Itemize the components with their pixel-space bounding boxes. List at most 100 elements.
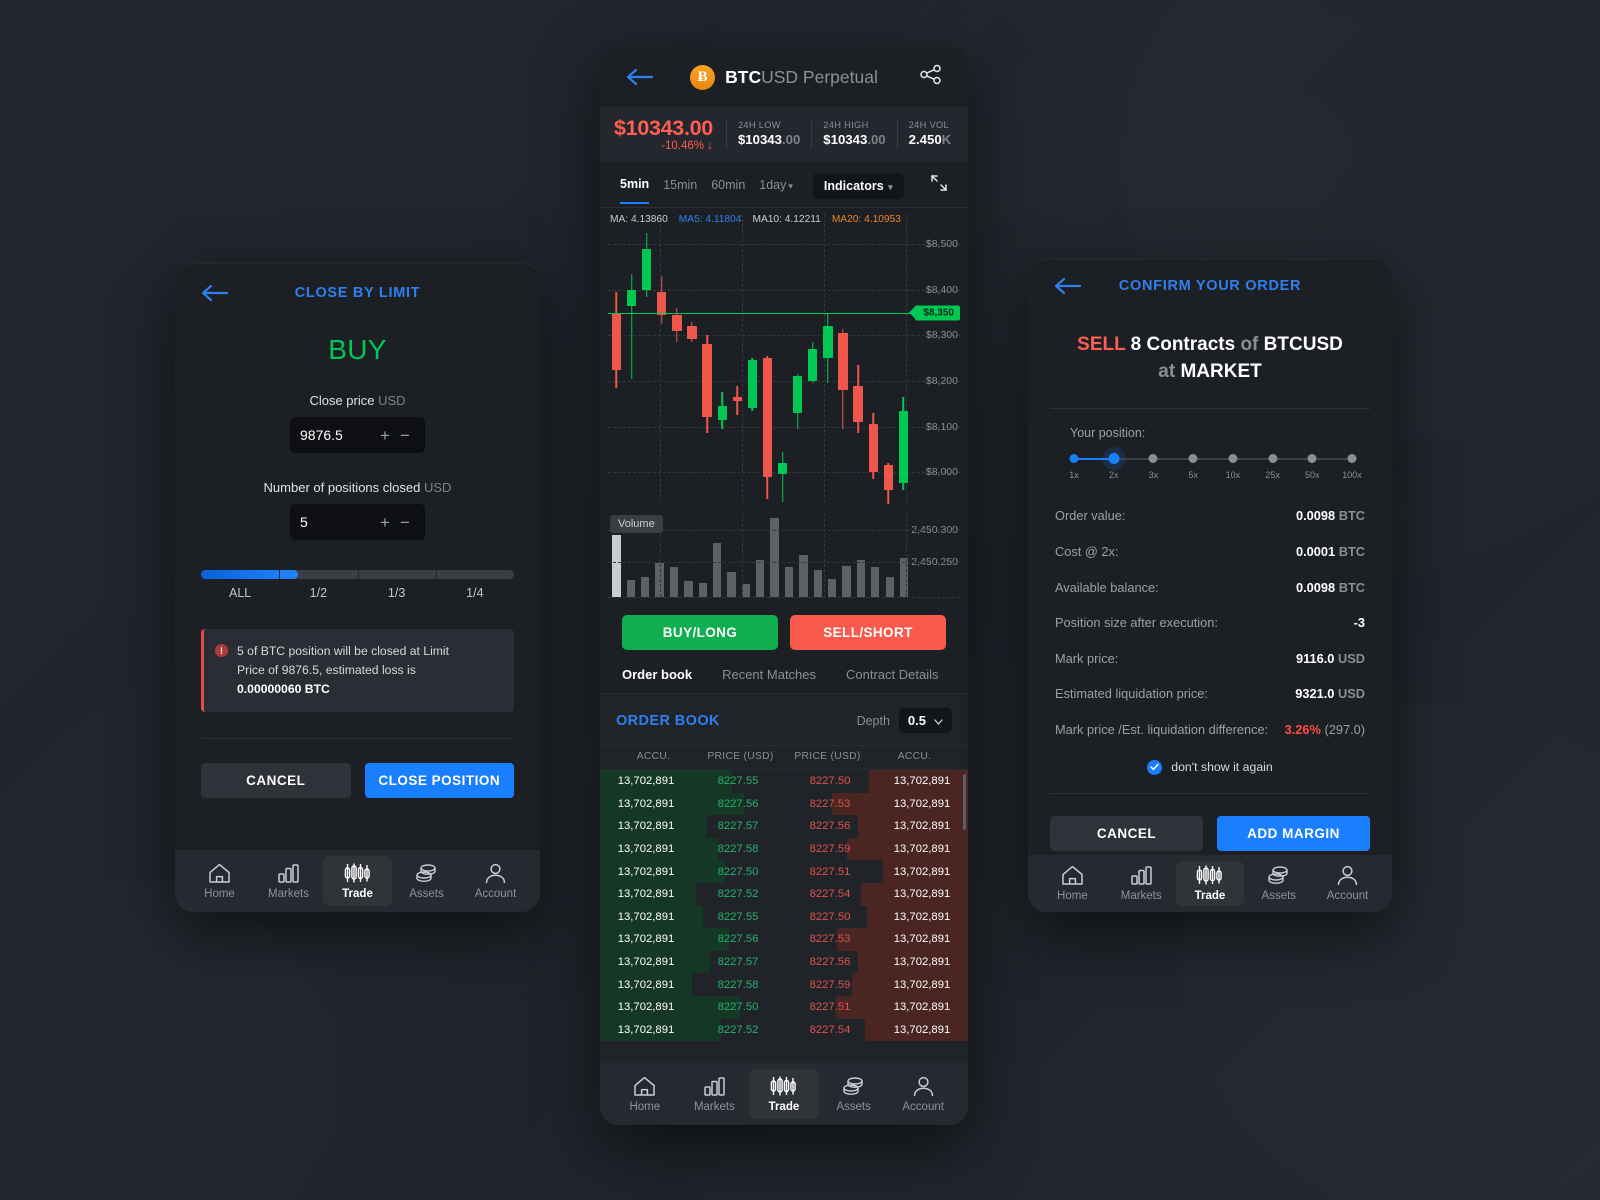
indicators-button[interactable]: Indicators ▾ [812, 173, 904, 199]
order-book-row[interactable]: 13,702,891 8227.52 8227.54 13,702,891 [600, 1018, 968, 1042]
buy-long-button[interactable]: BUY/LONG [622, 615, 778, 650]
nav-item-trade[interactable]: Trade [1175, 860, 1245, 906]
slider-label-1[interactable]: 1/2 [279, 586, 357, 600]
bid-price-cell: 8227.57 [717, 820, 759, 833]
ask-accu-cell: 13,702,891 [893, 1023, 951, 1036]
close-position-button[interactable]: CLOSE POSITION [364, 762, 514, 798]
order-book-row[interactable]: 13,702,891 8227.58 8227.59 13,702,891 [600, 973, 968, 996]
timeframe-60min[interactable]: 60min [711, 178, 745, 203]
candle [702, 208, 712, 508]
close-price-minus-button[interactable]: − [395, 427, 415, 444]
leverage-slider[interactable]: 1x 2x 3x 5x 10x 25x 50x 100x [1069, 453, 1362, 483]
cancel-button[interactable]: CANCEL [201, 762, 351, 798]
nav-item-markets[interactable]: Markets [254, 856, 323, 906]
order-book-row[interactable]: 13,702,891 8227.58 8227.59 13,702,891 [600, 837, 968, 861]
leverage-dot-5x[interactable] [1188, 454, 1198, 464]
detail-key: Order value: [1055, 508, 1126, 524]
leverage-dot-1x[interactable] [1069, 454, 1079, 464]
arrow-left-icon[interactable] [1054, 276, 1082, 296]
positions-closed-stepper[interactable]: 5 + − [290, 504, 425, 540]
order-book-row[interactable]: 13,702,891 8227.52 8227.54 13,702,891 [600, 882, 968, 906]
close-price-stepper[interactable]: 9876.5 + − [290, 417, 425, 453]
dont-show-again-row[interactable]: don't show it again [1050, 759, 1370, 775]
leverage-dot-10x[interactable] [1228, 454, 1238, 464]
order-book-row[interactable]: 13,702,891 8227.50 8227.51 13,702,891 [600, 995, 968, 1019]
leverage-dot-3x[interactable] [1148, 454, 1158, 464]
order-book-row[interactable]: 13,702,891 8227.55 8227.50 13,702,891 [600, 905, 968, 929]
order-book-row[interactable]: 13,702,891 8227.50 8227.51 13,702,891 [600, 860, 968, 883]
slider-label-0[interactable]: ALL [201, 586, 279, 600]
positions-closed-input[interactable]: 5 [300, 514, 375, 530]
timeframe-15min[interactable]: 15min [663, 178, 697, 203]
close-price-input[interactable]: 9876.5 [300, 427, 375, 443]
nav-item-markets[interactable]: Markets [680, 1069, 750, 1119]
nav-item-assets[interactable]: Assets [1244, 861, 1313, 906]
nav-item-home[interactable]: Home [185, 856, 254, 906]
tab-recent-matches[interactable]: Recent Matches [722, 667, 816, 693]
timeframe-1day[interactable]: 1day ▾ [759, 178, 793, 203]
order-book-rows[interactable]: 13,702,891 8227.55 8227.50 13,702,891 13,702… [600, 770, 968, 1063]
slider-label-3[interactable]: 1/4 [436, 586, 514, 600]
positions-closed-minus-button[interactable]: − [395, 514, 415, 531]
price-stat-value: 2.450K [908, 132, 952, 148]
candle [717, 208, 727, 508]
share-icon[interactable] [920, 64, 942, 90]
fullscreen-icon[interactable] [930, 174, 948, 197]
bid-accu-cell: 13,702,891 [617, 1023, 675, 1036]
positions-closed-plus-button[interactable]: + [375, 514, 395, 531]
scrollbar-thumb[interactable] [963, 774, 966, 830]
candlestick-chart[interactable]: MA: 4.13860 MA5: 4.11804 MA10: 4.12211 M… [600, 208, 968, 508]
bid-accu-cell: 13,702,891 [617, 956, 675, 969]
leverage-dot-2x[interactable] [1108, 453, 1120, 465]
detail-value: 0.0098 BTC [1296, 508, 1365, 524]
add-margin-button[interactable]: ADD MARGIN [1217, 815, 1370, 851]
close-price-plus-button[interactable]: + [375, 427, 395, 444]
nav-label: Markets [693, 1100, 735, 1113]
checkbox-checked-icon[interactable] [1147, 759, 1163, 775]
order-book-row[interactable]: 13,702,891 8227.55 8227.50 13,702,891 [600, 770, 968, 793]
bar-chart-icon [277, 863, 300, 884]
slider-label-2[interactable]: 1/3 [358, 586, 436, 600]
candle [732, 208, 742, 508]
desktop-background: CLOSE BY LIMIT BUY Close price USD 9876.… [0, 0, 1600, 1200]
order-book-row[interactable]: 13,702,891 8227.57 8227.56 13,702,891 [600, 815, 968, 838]
leverage-label-2x: 2x [1108, 469, 1119, 480]
order-quantity: 8 Contracts [1130, 334, 1236, 356]
nav-item-assets[interactable]: Assets [392, 856, 461, 906]
leverage-dot-25x[interactable] [1268, 454, 1278, 464]
timeframe-5min[interactable]: 5min [620, 177, 650, 204]
nav-item-trade[interactable]: Trade [749, 1069, 819, 1119]
ask-price-cell: 8227.56 [809, 956, 851, 969]
right-header: CONFIRM YOUR ORDER [1028, 258, 1392, 314]
nav-item-markets[interactable]: Markets [1107, 861, 1176, 906]
arrow-left-icon[interactable] [626, 67, 654, 87]
order-book-row[interactable]: 13,702,891 8227.57 8227.56 13,702,891 [600, 950, 968, 974]
sell-short-button[interactable]: SELL/SHORT [790, 615, 946, 650]
order-book-row[interactable]: 13,702,891 8227.56 8227.53 13,702,891 [600, 792, 968, 816]
nav-item-assets[interactable]: Assets [819, 1069, 889, 1119]
nav-label: Home [629, 1100, 661, 1113]
bid-price-cell: 8227.52 [717, 1023, 759, 1036]
depth-select[interactable]: 0.5 [898, 708, 952, 733]
amount-slider[interactable]: ALL 1/2 1/3 1/4 [201, 570, 514, 600]
nav-item-account[interactable]: Account [888, 1069, 958, 1119]
tab-contract-details[interactable]: Contract Details [846, 667, 938, 693]
nav-item-account[interactable]: Account [1313, 861, 1382, 906]
nav-item-trade[interactable]: Trade [323, 856, 392, 906]
detail-value: 9321.0 USD [1295, 686, 1365, 702]
nav-item-home[interactable]: Home [1038, 861, 1107, 906]
bid-accu-cell: 13,702,891 [617, 797, 675, 810]
nav-item-home[interactable]: Home [610, 1069, 680, 1119]
cancel-button[interactable]: CANCEL [1050, 815, 1203, 851]
nav-item-account[interactable]: Account [461, 856, 530, 906]
volume-bar [727, 571, 736, 597]
arrow-left-icon[interactable] [201, 283, 229, 303]
candle [853, 208, 863, 508]
leverage-dot-50x[interactable] [1307, 454, 1317, 464]
slider-track[interactable] [201, 570, 514, 579]
tab-order-book[interactable]: Order book [622, 667, 692, 693]
leverage-dot-100x[interactable] [1347, 454, 1357, 464]
candle [883, 208, 893, 508]
order-book-columns: ACCU. PRICE (USD) PRICE (USD) ACCU. [600, 745, 968, 770]
order-book-row[interactable]: 13,702,891 8227.56 8227.53 13,702,891 [600, 928, 968, 951]
